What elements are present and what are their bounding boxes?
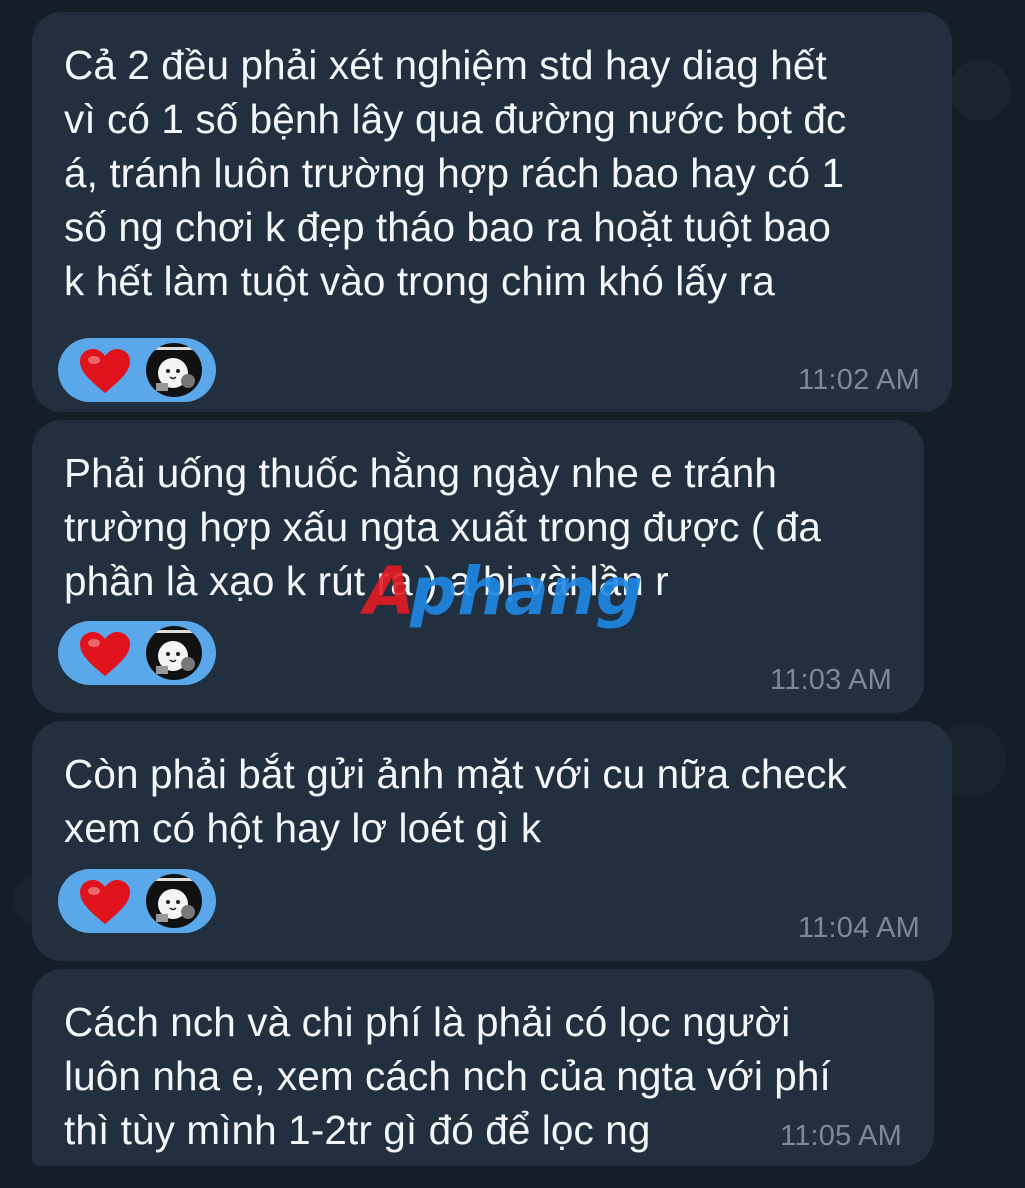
message-bubble[interactable]: Còn phải bắt gửi ảnh mặt với cu nữa chec… — [32, 721, 952, 961]
reactions-pill[interactable] — [58, 621, 216, 685]
sticker-avatar — [146, 874, 202, 928]
message-text: Cách nch và chi phí là phải có lọc người… — [64, 999, 831, 1153]
message-bubble[interactable]: Cách nch và chi phí là phải có lọc người… — [32, 969, 934, 1166]
message-timestamp: 11:04 AM — [798, 912, 920, 944]
red-heart-icon — [80, 349, 130, 393]
message-timestamp: 11:05 AM — [780, 1120, 902, 1152]
message-timestamp: 11:02 AM — [798, 364, 920, 396]
svg-text:A: A — [360, 553, 415, 630]
sticker-avatar — [146, 343, 202, 397]
message-bubble[interactable]: Cả 2 đều phải xét nghiệm std hay diag hế… — [32, 12, 952, 412]
red-heart-icon — [80, 880, 130, 924]
message-text: Còn phải bắt gửi ảnh mặt với cu nữa chec… — [64, 751, 847, 851]
message-text: Cả 2 đều phải xét nghiệm std hay diag hế… — [64, 42, 847, 304]
red-heart-icon — [80, 632, 130, 676]
message-timestamp: 11:03 AM — [770, 664, 892, 696]
aphang-watermark-logo: A phang — [360, 553, 643, 630]
sticker-avatar — [146, 626, 202, 680]
reactions-pill[interactable] — [58, 338, 216, 402]
reactions-pill[interactable] — [58, 869, 216, 933]
svg-text:phang: phang — [409, 553, 643, 630]
